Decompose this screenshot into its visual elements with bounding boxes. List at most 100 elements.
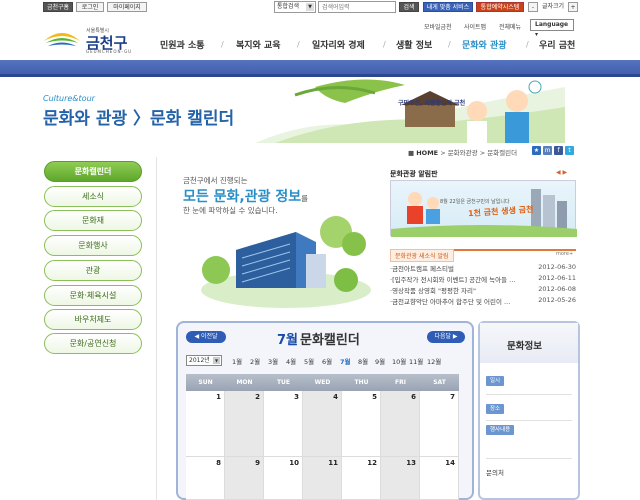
left-nav-item-heritage[interactable]: 문화재 [44,210,142,231]
chevron-down-icon: ▾ [535,31,539,38]
chevron-down-icon: ▼ [306,3,314,11]
calendar-day-cell[interactable]: 4 [303,391,342,457]
day-number: 8 [216,459,221,467]
search-input[interactable] [318,1,396,13]
day-header-sat: SAT [420,374,459,391]
mypage-button[interactable]: 마이페이지 [107,2,147,12]
day-number: 7 [450,393,455,401]
calendar-day-cell[interactable]: 13 [381,457,420,500]
facebook-icon[interactable]: f [554,146,563,155]
day-header-thu: THU [342,374,381,391]
left-nav-item-calendar[interactable]: 문화캘린더 [44,161,142,182]
left-nav-item-apply[interactable]: 문화/공연신청 [44,333,142,354]
reservation-system-button[interactable]: 통합예약시스템 [476,2,524,12]
banner-illustration [255,79,565,143]
notice-slide-controls[interactable]: ◀ ▶ [556,169,567,176]
login-button[interactable]: 로그인 [76,2,104,12]
calendar-day-cell[interactable]: 5 [342,391,381,457]
gnb-item-life[interactable]: 생활 정보 [396,38,432,51]
news-item[interactable]: ·금천교향악단 아마추어 합주단 및 어린이 ... 2012-05-26 [390,296,576,306]
breadcrumb-item-culture[interactable]: 문화와관광 [448,149,478,157]
news-item-date: 2012-05-26 [538,296,576,304]
info-label-contact: 문의처 [486,469,504,477]
gnb-item-jobs[interactable]: 일자리와 경제 [312,38,365,51]
zoom-out-button[interactable]: - [528,2,538,12]
gnb-item-welfare[interactable]: 복지와 교육 [236,38,281,51]
day-header-mon: MON [225,374,264,391]
month-link[interactable]: 5월 [304,356,314,366]
info-label-date: 일시 [486,376,505,386]
month-link[interactable]: 8월 [358,356,368,366]
day-number: 5 [372,393,377,401]
month-link[interactable]: 3월 [268,356,278,366]
calendar-day-cell[interactable]: 7 [420,391,459,457]
gnb-item-culture[interactable]: 문화와 관광 [462,38,507,51]
day-number: 6 [411,393,416,401]
calendar-day-cell[interactable]: 14 [420,457,459,500]
month-link[interactable]: 6월 [322,356,332,366]
gnb-item-about[interactable]: 우리 금천 [539,38,575,51]
left-nav-item-news[interactable]: 세소식 [44,186,142,207]
news-item[interactable]: ·금천아트캠프 페스티벌 2012-06-30 [390,263,576,273]
month-link-active[interactable]: 7월 [340,356,351,366]
util-link-allmenu[interactable]: 전체메뉴 [499,22,521,31]
day-number: 3 [294,393,299,401]
year-select[interactable]: 2012년 ▼ [186,355,222,366]
month-link[interactable]: 9월 [375,356,385,366]
news-item-date: 2012-06-30 [538,263,576,271]
month-link[interactable]: 11월 [409,356,423,366]
intro-line-2: 모든 문화,관광 정보를 [183,186,308,206]
month-link[interactable]: 2월 [250,356,260,366]
day-header-wed: WED [303,374,342,391]
news-tab[interactable]: 문화관광 새소식 알림 [390,249,454,262]
twitter-icon[interactable]: t [565,146,574,155]
next-month-button[interactable]: 다음달 ▶ [427,331,465,343]
calendar-day-cell[interactable]: 9 [225,457,264,500]
news-item-title: ·금천아트캠프 페스티벌 [390,265,454,273]
calendar-day-cell[interactable]: 11 [303,457,342,500]
month-link[interactable]: 10월 [392,356,406,366]
gnb-separator: / [526,40,529,49]
left-nav-item-facilities[interactable]: 문화·체육시설 [44,285,142,306]
news-item[interactable]: ·영상작품 상영회 "평평한 자리" 2012-06-08 [390,285,576,295]
intro-suffix: 를 [301,194,309,203]
geumcheon-logo-icon[interactable] [42,27,82,49]
calendar-day-cell[interactable]: 3 [264,391,303,457]
page-title: 문화와 관광 〉문화 캘린더 [43,109,235,129]
util-link-mobile[interactable]: 모바일금천 [424,22,452,31]
util-link-sitemap[interactable]: 사이트맵 [464,22,486,31]
calendar-day-cell[interactable]: 12 [342,457,381,500]
language-select[interactable]: Language ▾ [530,19,574,38]
day-header-fri: FRI [381,374,420,391]
calendar-day-cell[interactable]: 10 [264,457,303,500]
geumcheon-home-button[interactable]: 금천구홈 [43,2,73,12]
custom-service-button[interactable]: 내게 맞춤 서비스 [423,2,473,12]
calendar-day-cell[interactable]: 2 [225,391,264,457]
month-link[interactable]: 4월 [286,356,296,366]
info-label-content: 행사내용 [486,425,515,435]
search-type-select[interactable]: 통합검색 ▼ [274,1,316,13]
day-number: 10 [289,459,299,467]
left-nav-item-tour[interactable]: 관광 [44,260,142,281]
month-link[interactable]: 12월 [427,356,441,366]
me2day-icon[interactable]: m [543,146,552,155]
month-link[interactable]: 1월 [232,356,242,366]
left-nav-item-voucher[interactable]: 바우처제도 [44,309,142,330]
search-button[interactable]: 검색 [399,2,419,12]
day-number: 2 [255,393,260,401]
calendar-day-cell[interactable]: 6 [381,391,420,457]
search-type-label: 통합검색 [277,3,300,10]
left-nav-item-events[interactable]: 문화행사 [44,235,142,256]
breadcrumb-home[interactable]: HOME [416,149,438,157]
breadcrumb-separator: > [440,149,448,157]
gnb-item-civil[interactable]: 민원과 소통 [160,38,205,51]
calendar-day-cell[interactable]: 8 [186,457,225,500]
prev-month-button[interactable]: ◀ 이전달 [186,331,226,343]
calendar-day-cell[interactable]: 1 [186,391,225,457]
zoom-in-button[interactable]: + [568,2,578,12]
news-item-date: 2012-06-11 [538,274,576,282]
breadcrumb-item-calendar[interactable]: 문화캘린더 [487,149,517,157]
bookmark-star-icon[interactable]: ★ [532,146,541,155]
news-item[interactable]: ·[입주작가 전시회와 이벤트] 공간에 녹아들 ... 2012-06-11 [390,274,576,284]
news-more-link[interactable]: more+ [556,251,573,257]
